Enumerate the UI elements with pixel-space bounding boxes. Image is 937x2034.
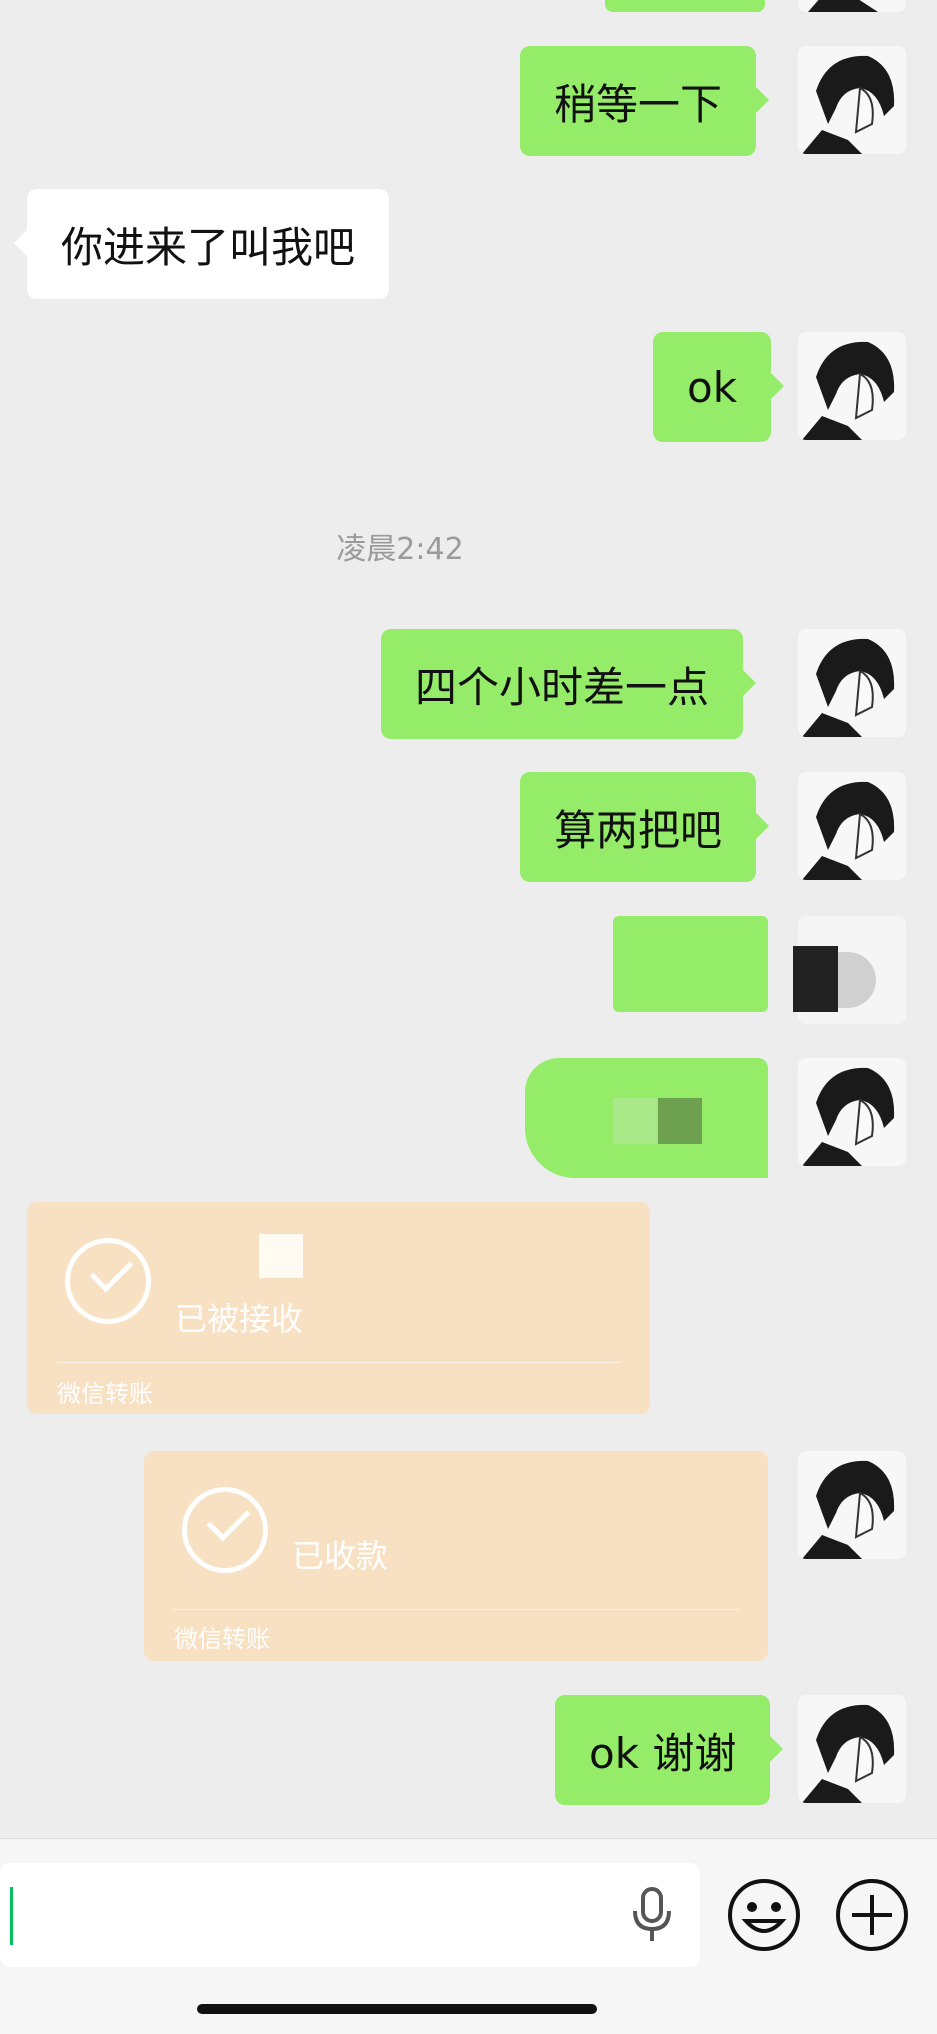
check-circle-icon (65, 1238, 151, 1324)
divider (174, 1609, 738, 1610)
transfer-footer: 微信转账 (174, 1625, 270, 1653)
avatar[interactable] (798, 332, 906, 440)
message-bubble-out[interactable]: 四个小时差一点 (381, 629, 757, 739)
avatar[interactable] (798, 46, 906, 154)
message-bubble-out[interactable]: 算两把吧 (520, 772, 770, 882)
emoji-icon[interactable] (726, 1877, 802, 1953)
redaction-block (793, 946, 838, 1012)
avatar-image (802, 1704, 895, 1803)
avatar-image (802, 781, 895, 880)
partial-message-bubble[interactable] (605, 0, 765, 12)
transfer-footer: 微信转账 (57, 1380, 153, 1408)
message-input[interactable] (0, 1863, 700, 1967)
plus-circle-icon[interactable] (834, 1877, 910, 1953)
transfer-card[interactable]: 已被接收 微信转账 (27, 1202, 650, 1414)
avatar-image (802, 1067, 895, 1166)
avatar[interactable] (798, 1451, 906, 1559)
transfer-card[interactable]: 已收款 微信转账 (144, 1451, 768, 1661)
message-bubble-out[interactable]: ok (653, 332, 785, 442)
home-indicator[interactable] (197, 2004, 597, 2014)
transfer-status: 已收款 (292, 1537, 389, 1575)
redaction-block (613, 1098, 657, 1144)
message-bubble-out[interactable]: 稍等一下 (520, 46, 770, 156)
avatar[interactable] (798, 1058, 906, 1166)
avatar-image (802, 1460, 895, 1559)
message-bubble-in[interactable]: 你进来了叫我吧 (13, 189, 390, 299)
divider (57, 1362, 620, 1363)
avatar-image (802, 55, 895, 154)
avatar[interactable] (798, 1695, 906, 1803)
redacted-message-bubble[interactable] (613, 916, 768, 1012)
check-circle-icon (182, 1487, 268, 1573)
redaction-block (259, 1234, 303, 1278)
redaction-block (658, 1098, 702, 1144)
avatar[interactable] (798, 772, 906, 880)
transfer-status: 已被接收 (175, 1300, 304, 1338)
timestamp: 凌晨2:42 (336, 532, 464, 567)
message-bubble-out[interactable]: ok 谢谢 (555, 1695, 784, 1805)
avatar-image (802, 341, 895, 440)
avatar[interactable] (798, 629, 906, 737)
avatar-image (802, 638, 895, 737)
avatar[interactable] (798, 0, 906, 12)
microphone-icon[interactable] (630, 1887, 674, 1943)
text-cursor (10, 1887, 13, 1945)
